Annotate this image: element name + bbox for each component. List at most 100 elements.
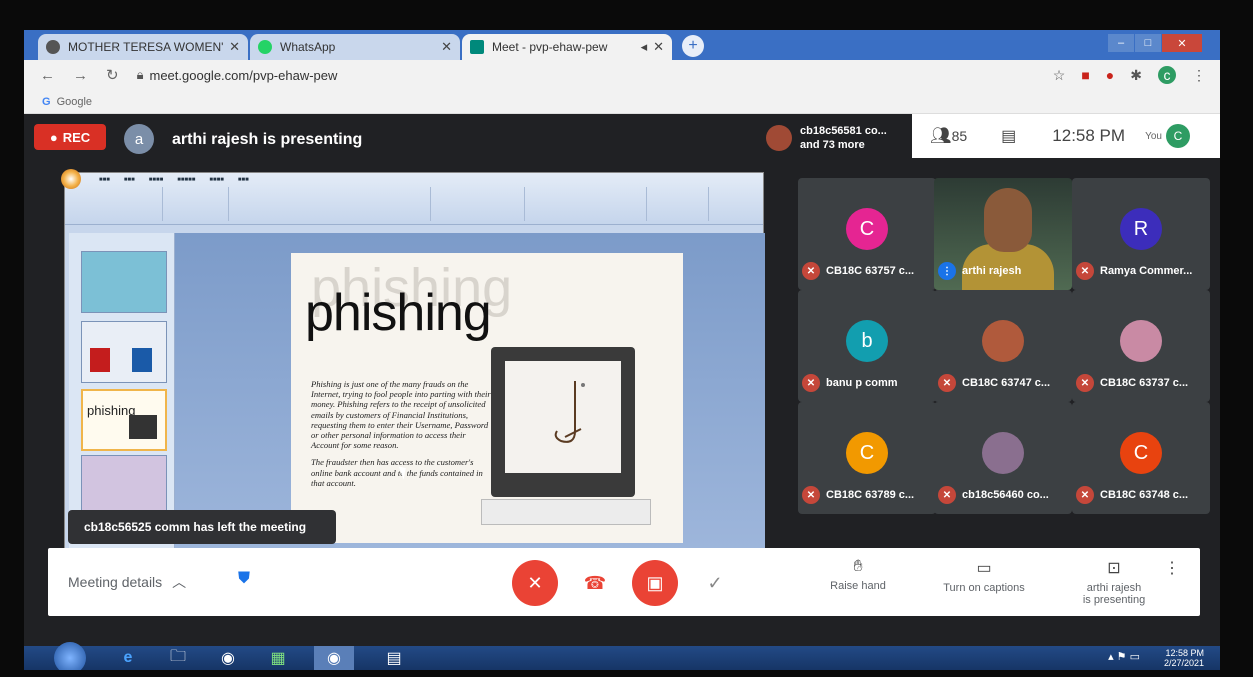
browser-tab-bar: MOTHER TERESA WOMEN'S UNI ✕ WhatsApp ✕ M… xyxy=(24,30,1220,60)
camera-toggle-button[interactable]: ▣ xyxy=(632,560,678,606)
chrome-active-icon[interactable]: ◉ xyxy=(314,646,354,670)
lock-icon: 🔒︎ xyxy=(136,67,144,82)
ribbon-tab: ■■■■ xyxy=(148,177,164,183)
globe-icon xyxy=(46,40,60,54)
meeting-time: 12:58 PM xyxy=(1052,126,1126,145)
forward-icon[interactable]: → xyxy=(73,67,88,84)
pdf-extension-icon[interactable]: ■ xyxy=(1081,67,1089,83)
close-window-button[interactable]: ✕ xyxy=(1162,34,1202,52)
google-icon: G xyxy=(42,95,51,108)
extension-icon[interactable]: ● xyxy=(1106,67,1114,83)
minimize-button[interactable]: – xyxy=(1108,34,1134,52)
confirm-button[interactable]: ✓ xyxy=(692,560,738,606)
shield-icon[interactable]: ⛊ xyxy=(238,570,256,592)
puzzle-icon[interactable]: ✱ xyxy=(1130,67,1142,84)
slide-title: phishing xyxy=(305,284,492,342)
more-options-button[interactable]: ⋮ xyxy=(1152,558,1192,582)
start-button[interactable] xyxy=(54,642,86,670)
close-icon[interactable]: ✕ xyxy=(229,39,240,55)
audio-icon[interactable]: ◂ xyxy=(641,39,648,55)
present-button[interactable]: ⊡ arthi rajesh is presenting xyxy=(1064,558,1164,606)
system-clock[interactable]: 12:58 PM 2/27/2021 xyxy=(1164,648,1204,668)
you-label: You xyxy=(1145,130,1162,142)
mic-off-icon: ✕ xyxy=(1076,374,1094,392)
hand-icon: ✋︎ xyxy=(853,558,863,575)
new-tab-button[interactable]: + xyxy=(682,35,704,57)
participant-name: CB18C 63748 c... xyxy=(1100,489,1189,501)
participant-tile[interactable]: ✕ CB18C 63747 c... xyxy=(934,290,1072,402)
system-tray-icons[interactable]: ▴ ⚑ ▭ xyxy=(1108,650,1140,663)
internet-explorer-icon[interactable]: e xyxy=(108,646,148,670)
meet-icon xyxy=(470,40,484,54)
participant-tile[interactable]: C ✕ CB18C 63757 c... xyxy=(798,178,936,290)
participant-name: cb18c56460 co... xyxy=(962,489,1049,501)
tab-university[interactable]: MOTHER TERESA WOMEN'S UNI ✕ xyxy=(38,34,248,60)
ribbon-tabs: ■■■ ■■■ ■■■■ ■■■■■ ■■■■ ■■■ xyxy=(65,173,763,183)
participant-tile[interactable]: C ✕ CB18C 63748 c... xyxy=(1072,402,1210,514)
mic-toggle-button[interactable]: ✕ xyxy=(512,560,558,606)
maximize-button[interactable]: □ xyxy=(1135,34,1161,52)
slide-thumbnail xyxy=(81,455,167,517)
ribbon-tab: ■■■■■ xyxy=(177,177,196,183)
leave-call-button[interactable]: ☎︎ xyxy=(572,560,618,606)
tab-meet[interactable]: Meet - pvp-ehaw-pew ◂ ✕ xyxy=(462,34,672,60)
reload-icon[interactable]: ↻ xyxy=(106,66,119,84)
back-icon[interactable]: ← xyxy=(40,67,55,84)
ribbon-group xyxy=(527,187,647,221)
others-indicator[interactable]: cb18c56581 co... and 73 more xyxy=(766,124,887,152)
word-icon[interactable]: ▤ xyxy=(374,646,414,670)
bookmark-google[interactable]: Google xyxy=(57,96,92,108)
participant-grid: C ✕ CB18C 63757 c... ⋮ arthi rajesh R ✕ Ram… xyxy=(798,178,1210,514)
chat-icon[interactable]: ▤ xyxy=(1001,126,1016,146)
captions-button[interactable]: ▭ Turn on captions xyxy=(934,558,1034,594)
mic-on-icon: ⋮ xyxy=(938,262,956,280)
mic-off-icon: ✕ xyxy=(938,374,956,392)
office-button-icon xyxy=(61,169,81,189)
mic-off-icon: ✕ xyxy=(802,486,820,504)
mic-off-icon: ✕ xyxy=(1076,486,1094,504)
participant-avatar: C xyxy=(1120,432,1162,474)
ribbon-tab: ■■■ xyxy=(237,177,249,183)
taskbar-date: 2/27/2021 xyxy=(1163,658,1204,668)
file-explorer-icon[interactable]: 🗀︎ xyxy=(158,646,198,670)
camera-off-icon: ▣ xyxy=(646,572,664,593)
participant-tile[interactable]: R ✕ Ramya Commer... xyxy=(1072,178,1210,290)
participant-tile[interactable]: ✕ CB18C 63737 c... xyxy=(1072,290,1210,402)
raise-hand-button[interactable]: ✋︎ Raise hand xyxy=(808,558,908,592)
present-icon: ⊡ xyxy=(1107,560,1121,577)
excel-icon[interactable]: ▦ xyxy=(258,646,298,670)
others-line2: and 73 more xyxy=(800,139,865,151)
window-controls: – □ ✕ xyxy=(1107,34,1202,52)
star-icon[interactable]: ☆ xyxy=(1053,67,1066,84)
slide-thumbnail xyxy=(81,321,167,383)
url-field[interactable]: meet.google.com/pvp-ehaw-pew xyxy=(150,68,338,83)
participant-avatar: C xyxy=(846,208,888,250)
profile-avatar[interactable]: c xyxy=(1158,66,1176,84)
computer-monitor-image xyxy=(491,347,635,497)
close-icon[interactable]: ✕ xyxy=(441,39,452,55)
participant-tile-video[interactable]: ⋮ arthi rajesh xyxy=(934,178,1072,290)
people-icon[interactable]: 👥︎ xyxy=(930,126,952,146)
chrome-icon[interactable]: ◉ xyxy=(208,646,248,670)
participant-name: CB18C 63789 c... xyxy=(826,489,915,501)
ribbon-tab: ■■■ xyxy=(99,177,110,183)
ribbon-group xyxy=(75,187,163,221)
keyboard-image xyxy=(481,499,651,525)
menu-icon[interactable]: ⋮ xyxy=(1192,67,1206,84)
close-icon[interactable]: ✕ xyxy=(653,39,664,55)
ribbon-tab: ■■■ xyxy=(123,177,135,183)
participant-tile[interactable]: b ✕ banu p comm xyxy=(798,290,936,402)
presenter-avatar: a xyxy=(124,124,154,154)
meeting-details-button[interactable]: Meeting details ︿ xyxy=(68,572,186,592)
ribbon-group xyxy=(165,187,229,221)
meet-controls-bar: Meeting details ︿ ⛊ ✕ ☎︎ ▣ ✓ ✋︎ Raise ha… xyxy=(48,548,1200,616)
slide-thumbnail-active: phishing xyxy=(81,389,167,451)
participant-tile[interactable]: ✕ cb18c56460 co... xyxy=(934,402,1072,514)
windows-taskbar: e 🗀︎ ◉ ▦ ◉ ▤ ▴ ⚑ ▭ 12:58 PM 2/27/2021 xyxy=(24,642,1220,670)
participant-tile[interactable]: C ✕ CB18C 63789 c... xyxy=(798,402,936,514)
you-avatar: C xyxy=(1165,124,1190,148)
taskbar-time: 12:58 PM xyxy=(1165,648,1204,658)
tab-whatsapp[interactable]: WhatsApp ✕ xyxy=(250,34,460,60)
participant-name: Ramya Commer... xyxy=(1100,265,1193,277)
ribbon-group xyxy=(649,187,709,221)
